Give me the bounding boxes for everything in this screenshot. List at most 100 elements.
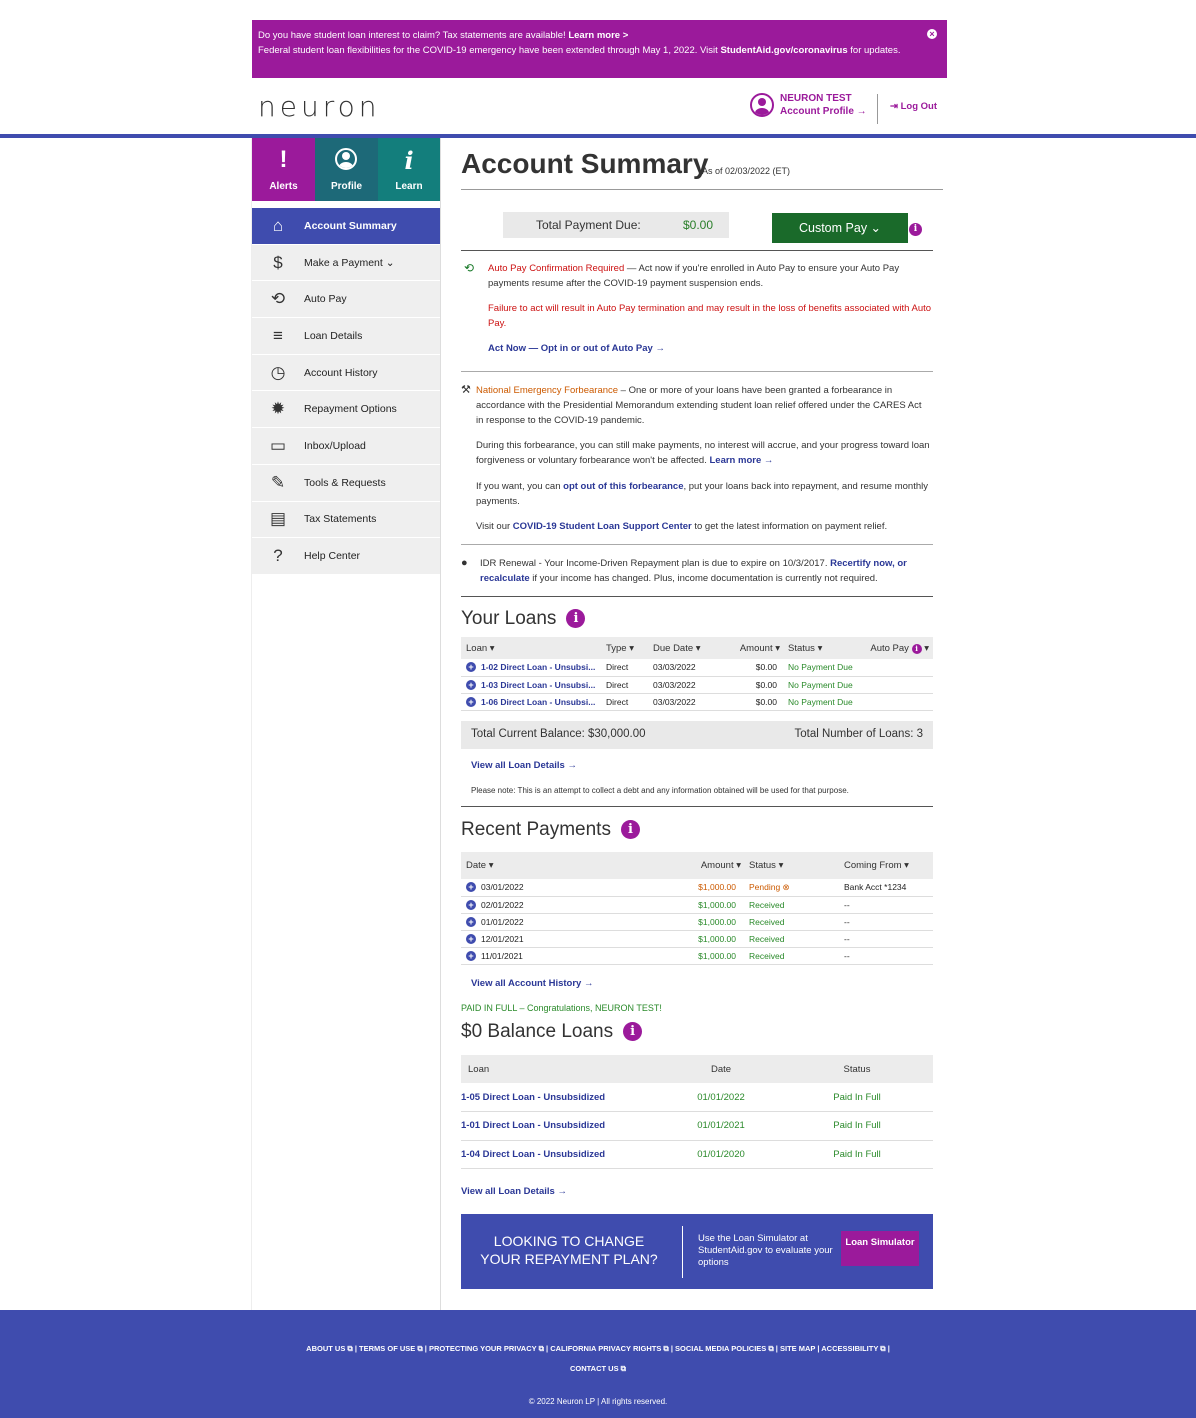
table-row[interactable]: 1-05 Direct Loan - Unsubsidized 01/01/20…: [461, 1083, 933, 1112]
profile-icon: [335, 148, 357, 170]
user-name: NEURON TEST: [780, 93, 852, 104]
expand-icon[interactable]: +: [466, 916, 476, 927]
info-icon[interactable]: i: [620, 820, 640, 839]
footer-links-row[interactable]: ABOUT US ⧉ | TERMS OF USE ⧉ | PROTECTING…: [0, 1339, 1196, 1359]
recent-payments-heading: Recent Payments i: [461, 819, 640, 841]
close-icon[interactable]: ×: [927, 29, 937, 39]
logout-button[interactable]: ⇥ Log Out: [890, 101, 937, 112]
banner-line-2: Federal student loan flexibilities for t…: [258, 45, 901, 56]
nav-loan-details[interactable]: ≡ Loan Details: [252, 318, 440, 355]
autopay-icon: ⟲: [464, 261, 475, 275]
wrench-icon: ✎: [270, 472, 286, 492]
view-loan-details-link[interactable]: View all Loan Details →: [461, 1184, 567, 1199]
autopay-warning: Failure to act will result in Auto Pay t…: [488, 303, 932, 329]
custom-pay-button[interactable]: Custom Pay ⌄: [772, 213, 908, 243]
col-amount[interactable]: Amount ▾: [689, 852, 744, 879]
view-loan-details-link[interactable]: View all Loan Details →: [471, 758, 577, 773]
nav-auto-pay[interactable]: ⟲ Auto Pay: [252, 281, 440, 319]
avatar-icon: [750, 92, 774, 117]
nav-account-history[interactable]: ◷ Account History: [252, 354, 440, 392]
your-loans-heading: Your Loans i: [461, 608, 586, 630]
col-due-date[interactable]: Due Date ▾: [648, 637, 728, 659]
loan-simulator-promo: LOOKING TO CHANGE YOUR REPAYMENT PLAN? U…: [461, 1214, 933, 1289]
expand-icon[interactable]: +: [466, 662, 476, 673]
info-icon[interactable]: i: [911, 643, 922, 654]
table-row[interactable]: +03/01/2022 $1,000.00 Pending ⊗ Bank Acc…: [461, 879, 933, 897]
loan-link[interactable]: 1-04 Direct Loan - Unsubsidized: [461, 1149, 605, 1160]
nav-repayment-options[interactable]: ✹ Repayment Options: [252, 391, 440, 429]
table-row[interactable]: 1-01 Direct Loan - Unsubsidized 01/01/20…: [461, 1111, 933, 1141]
info-icon[interactable]: i: [566, 609, 586, 628]
neuron-logo[interactable]: neuron: [258, 90, 381, 123]
support-center-text: Visit our COVID-19 Student Loan Support …: [476, 521, 888, 532]
idr-renewal-notice: IDR Renewal - Your Income-Driven Repayme…: [480, 558, 907, 584]
learn-tile[interactable]: i Learn: [378, 138, 440, 201]
col-auto-pay[interactable]: Auto Pay i ▾: [858, 637, 933, 659]
alert-icon: !: [279, 146, 288, 173]
divider: [877, 94, 878, 124]
expand-icon[interactable]: +: [466, 899, 476, 910]
expand-icon[interactable]: +: [466, 696, 476, 707]
copyright: © 2022 Neuron LP | All rights reserved.: [528, 1397, 668, 1406]
loan-link[interactable]: 1-05 Direct Loan - Unsubsidized: [461, 1092, 605, 1103]
expand-icon[interactable]: +: [466, 933, 476, 944]
profile-tile[interactable]: Profile: [315, 138, 378, 201]
alerts-tile[interactable]: ! Alerts: [252, 138, 315, 201]
loan-link[interactable]: 1-01 Direct Loan - Unsubsidized: [461, 1120, 605, 1131]
nav-account-summary[interactable]: ⌂ Account Summary: [252, 208, 440, 245]
table-row[interactable]: +1-06 Direct Loan - Unsubsi... Direct 03…: [461, 693, 933, 711]
forbearance-details: During this forbearance, you can still m…: [476, 440, 930, 466]
expand-icon[interactable]: +: [466, 882, 476, 893]
opt-out-link[interactable]: opt out of this forbearance: [563, 481, 683, 492]
table-row[interactable]: 1-04 Direct Loan - Unsubsidized 01/01/20…: [461, 1140, 933, 1169]
table-row[interactable]: +12/01/2021 $1,000.00 Received --: [461, 930, 933, 948]
promo-headline: LOOKING TO CHANGE YOUR REPAYMENT PLAN?: [480, 1233, 658, 1267]
nav-tax-statements[interactable]: ▤ Tax Statements: [252, 501, 440, 539]
expand-icon[interactable]: +: [466, 950, 476, 961]
support-center-link[interactable]: COVID-19 Student Loan Support Center: [513, 521, 692, 532]
col-type[interactable]: Type ▾: [601, 637, 648, 659]
page-title: Account Summary: [461, 148, 709, 179]
divider: [682, 1226, 683, 1278]
nav-inbox-upload[interactable]: ▭ Inbox/Upload: [252, 428, 440, 465]
document-icon: ▤: [269, 509, 287, 529]
learn-more-link[interactable]: Learn more >: [568, 30, 628, 41]
expand-icon[interactable]: +: [466, 679, 476, 690]
nav-tools-requests[interactable]: ✎ Tools & Requests: [252, 464, 440, 502]
table-row[interactable]: +02/01/2022 $1,000.00 Received --: [461, 896, 933, 914]
col-amount[interactable]: Amount ▾: [728, 637, 783, 659]
loan-link[interactable]: 1-06 Direct Loan - Unsubsi...: [481, 697, 595, 707]
divider: [461, 371, 933, 372]
table-row[interactable]: +01/01/2022 $1,000.00 Received --: [461, 913, 933, 931]
payments-table: Date ▾ Amount ▾ Status ▾ Coming From ▾ +…: [461, 852, 933, 965]
studentaid-link[interactable]: StudentAid.gov/coronavirus: [720, 45, 847, 56]
loan-link[interactable]: 1-03 Direct Loan - Unsubsi...: [481, 680, 595, 690]
nav-help-center[interactable]: ? Help Center: [252, 538, 440, 575]
user-menu[interactable]: NEURON TEST Account Profile →: [750, 92, 867, 117]
table-row[interactable]: +1-02 Direct Loan - Unsubsi... Direct 03…: [461, 659, 933, 677]
contact-us-link[interactable]: CONTACT US ⧉: [0, 1359, 1196, 1379]
table-header: Loan ▾ Type ▾ Due Date ▾ Amount ▾ Status…: [461, 637, 933, 659]
paid-in-full-message: PAID IN FULL – Congratulations, NEURON T…: [461, 1003, 662, 1013]
col-status[interactable]: Status ▾: [783, 637, 858, 659]
col-coming-from[interactable]: Coming From ▾: [839, 852, 933, 879]
table-row[interactable]: +1-03 Direct Loan - Unsubsi... Direct 03…: [461, 676, 933, 694]
table-row[interactable]: +11/01/2021 $1,000.00 Received --: [461, 947, 933, 965]
learn-more-link[interactable]: Learn more →: [709, 455, 773, 466]
col-status[interactable]: Status ▾: [744, 852, 839, 879]
col-date[interactable]: Date ▾: [461, 852, 689, 879]
table-header: Date ▾ Amount ▾ Status ▾ Coming From ▾: [461, 852, 933, 879]
loan-link[interactable]: 1-02 Direct Loan - Unsubsi...: [481, 662, 595, 672]
divider: [461, 250, 933, 251]
promo-text: Use the Loan Simulator at StudentAid.gov…: [698, 1233, 833, 1268]
info-icon[interactable]: i: [623, 1022, 643, 1041]
autopay-act-now-link[interactable]: Act Now — Opt in or out of Auto Pay →: [488, 341, 665, 356]
loan-simulator-button[interactable]: Loan Simulator: [841, 1231, 919, 1266]
account-profile-link[interactable]: Account Profile →: [780, 106, 867, 117]
view-account-history-link[interactable]: View all Account History →: [471, 976, 593, 991]
col-loan[interactable]: Loan ▾: [461, 637, 601, 659]
info-icon[interactable]: i: [909, 223, 922, 236]
divider: [461, 596, 933, 597]
nav-make-a-payment[interactable]: $ Make a Payment ⌄: [252, 244, 440, 282]
divider: [461, 189, 943, 190]
